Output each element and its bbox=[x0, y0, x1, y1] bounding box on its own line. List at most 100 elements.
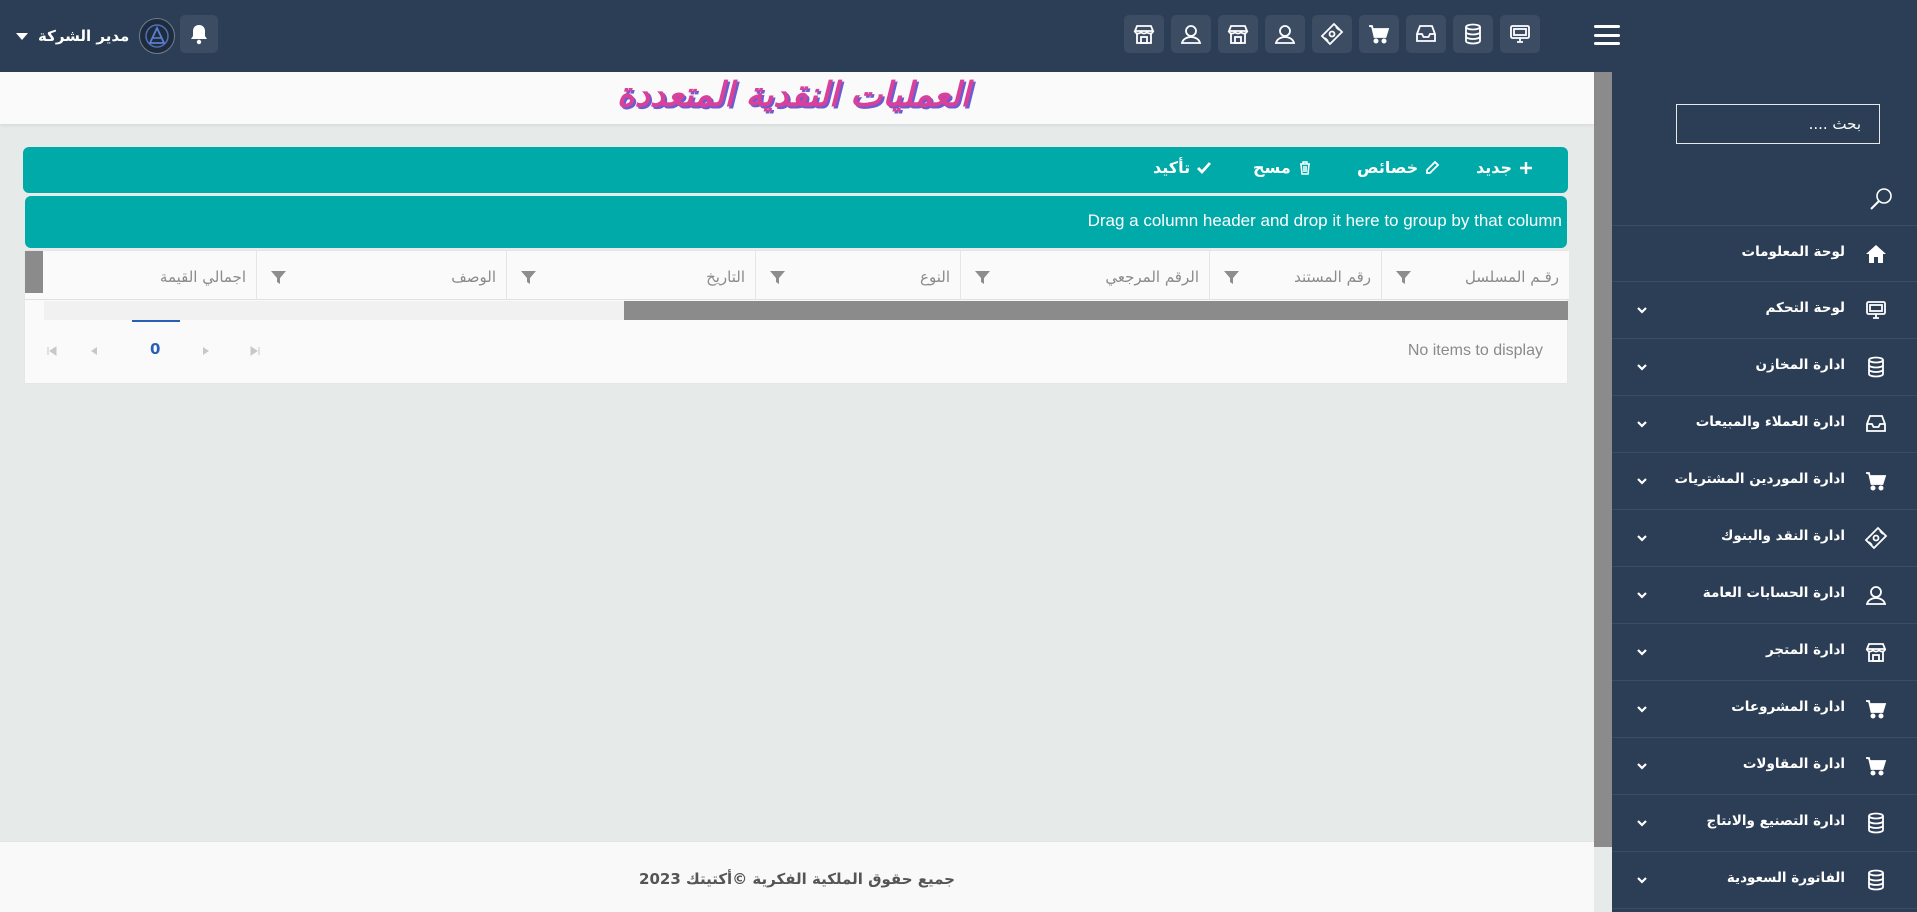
filter-icon[interactable] bbox=[271, 271, 286, 284]
filter-icon[interactable] bbox=[1396, 271, 1411, 284]
chevron-down-icon[interactable] bbox=[1636, 304, 1648, 316]
sidebar-item-control-panel[interactable]: لوحة التحكم bbox=[1612, 282, 1917, 339]
sidebar-item-label: ادارة المخازن bbox=[1755, 357, 1845, 373]
inbox-icon bbox=[1864, 412, 1888, 436]
sidebar-item-saudi-invoice[interactable]: الفاتورة السعودية bbox=[1612, 852, 1917, 909]
chevron-down-icon[interactable] bbox=[1636, 703, 1648, 715]
sidebar-item-general-accounts[interactable]: ادارة الحسابات العامة bbox=[1612, 567, 1917, 624]
trash-icon bbox=[1299, 160, 1310, 175]
user-name[interactable]: مدير الشركة bbox=[38, 27, 129, 45]
horizontal-scrollbar-thumb[interactable] bbox=[624, 301, 1568, 320]
caret-down-icon[interactable] bbox=[16, 32, 28, 40]
next-page-icon[interactable] bbox=[201, 346, 211, 356]
monitor-icon bbox=[1864, 298, 1888, 322]
sidebar-item-label: لوحة المعلومات bbox=[1741, 244, 1846, 260]
avatar[interactable] bbox=[139, 18, 176, 54]
sidebar-item-contracting[interactable]: ادارة المقاولات bbox=[1612, 738, 1917, 795]
properties-button[interactable]: خصائص bbox=[1357, 158, 1440, 177]
footer: جميع حقوق الملكية الفكرية ©أكتيتك 2023 bbox=[0, 841, 1594, 912]
grid-resize-handle[interactable] bbox=[25, 251, 43, 293]
current-page-indicator bbox=[132, 320, 180, 322]
sidebar: لوحة المعلومات لوحة التحكم ادارة المخازن… bbox=[1612, 72, 1917, 912]
sidebar-item-label: ادارة المشروعات bbox=[1731, 699, 1845, 715]
pencil-icon bbox=[1426, 160, 1440, 174]
sidebar-item-label: ادارة المتجر bbox=[1765, 642, 1845, 658]
cart-icon bbox=[1864, 754, 1888, 778]
store-icon[interactable] bbox=[1124, 15, 1164, 53]
sidebar-item-label: ادارة الموردين المشتريات bbox=[1674, 471, 1845, 487]
notifications-button[interactable] bbox=[180, 15, 218, 53]
cart-icon[interactable] bbox=[1359, 15, 1399, 53]
sidebar-item-cash-banks[interactable]: ادارة النقد والبنوك bbox=[1612, 510, 1917, 567]
top-navbar: مدير الشركة bbox=[0, 0, 1917, 72]
monitor-icon[interactable] bbox=[1500, 15, 1540, 53]
column-header-description[interactable]: الوصف bbox=[256, 251, 506, 300]
hamburger-menu-icon[interactable] bbox=[1592, 22, 1622, 48]
sidebar-search-input[interactable] bbox=[1676, 104, 1880, 144]
confirm-button[interactable]: تأكيد bbox=[1153, 158, 1212, 177]
chevron-down-icon[interactable] bbox=[1636, 532, 1648, 544]
sidebar-item-dashboard[interactable]: لوحة المعلومات bbox=[1612, 225, 1917, 282]
new-button[interactable]: جديد bbox=[1476, 158, 1534, 177]
column-header-reference-number[interactable]: الرقم المرجعي bbox=[960, 251, 1209, 300]
sidebar-item-label: لوحة التحكم bbox=[1765, 300, 1845, 316]
user-icon[interactable] bbox=[1265, 15, 1305, 53]
properties-button-label: خصائص bbox=[1357, 158, 1419, 177]
user-icon[interactable] bbox=[1171, 15, 1211, 53]
home-icon bbox=[1864, 242, 1888, 266]
first-page-icon[interactable] bbox=[47, 346, 57, 356]
copyright-text: جميع حقوق الملكية الفكرية ©أكتيتك 2023 bbox=[639, 870, 955, 888]
database-icon bbox=[1864, 868, 1888, 892]
vertical-scrollbar[interactable] bbox=[1594, 72, 1612, 847]
grid-pager: 0 No items to display bbox=[25, 320, 1567, 384]
inbox-icon[interactable] bbox=[1406, 15, 1446, 53]
database-icon bbox=[1864, 811, 1888, 835]
plus-icon bbox=[1520, 161, 1533, 174]
column-header-serial[interactable]: رقـم المسلسل bbox=[1381, 251, 1569, 300]
sidebar-item-label: ادارة المقاولات bbox=[1742, 756, 1845, 772]
chevron-down-icon[interactable] bbox=[1636, 760, 1648, 772]
chevron-down-icon[interactable] bbox=[1636, 361, 1648, 373]
column-header-type[interactable]: النوع bbox=[755, 251, 960, 300]
filter-icon[interactable] bbox=[1224, 271, 1239, 284]
horizontal-scroll-track[interactable] bbox=[44, 301, 624, 320]
sidebar-item-projects[interactable]: ادارة المشروعات bbox=[1612, 681, 1917, 738]
chevron-down-icon[interactable] bbox=[1636, 589, 1648, 601]
chevron-down-icon[interactable] bbox=[1636, 874, 1648, 886]
sidebar-item-customers-sales[interactable]: ادارة العملاء والمبيعات bbox=[1612, 396, 1917, 453]
column-header-total-value[interactable]: اجمالي القيمة bbox=[43, 251, 256, 300]
delete-button-label: مسح bbox=[1253, 158, 1291, 177]
filter-icon[interactable] bbox=[975, 271, 990, 284]
chevron-down-icon[interactable] bbox=[1636, 475, 1648, 487]
database-icon bbox=[1864, 355, 1888, 379]
column-header-date[interactable]: التاريخ bbox=[506, 251, 755, 300]
store-icon bbox=[1864, 640, 1888, 664]
user-menu[interactable]: مدير الشركة bbox=[16, 16, 176, 56]
filter-icon[interactable] bbox=[770, 271, 785, 284]
cart-icon bbox=[1864, 469, 1888, 493]
prev-page-icon[interactable] bbox=[89, 346, 99, 356]
sidebar-item-label: ادارة الحسابات العامة bbox=[1702, 585, 1845, 601]
current-page-number[interactable]: 0 bbox=[150, 340, 160, 358]
money-icon bbox=[1864, 526, 1888, 550]
sidebar-item-label: ادارة النقد والبنوك bbox=[1721, 528, 1845, 544]
chevron-down-icon[interactable] bbox=[1636, 418, 1648, 430]
store-icon[interactable] bbox=[1218, 15, 1258, 53]
sidebar-item-suppliers-purchases[interactable]: ادارة الموردين المشتريات bbox=[1612, 453, 1917, 510]
filter-icon[interactable] bbox=[521, 271, 536, 284]
page-title: العمليات النقدية المتعددة bbox=[616, 75, 970, 115]
column-header-document-number[interactable]: رقم المستند bbox=[1209, 251, 1381, 300]
search-icon[interactable] bbox=[1868, 186, 1894, 212]
sidebar-item-warehouses[interactable]: ادارة المخازن bbox=[1612, 339, 1917, 396]
chevron-down-icon[interactable] bbox=[1636, 646, 1648, 658]
sidebar-item-store[interactable]: ادارة المتجر bbox=[1612, 624, 1917, 681]
money-icon[interactable] bbox=[1312, 15, 1352, 53]
sidebar-item-manufacturing[interactable]: ادارة التصنيع والانتاج bbox=[1612, 795, 1917, 852]
user-icon bbox=[1864, 583, 1888, 607]
last-page-icon[interactable] bbox=[250, 346, 260, 356]
chevron-down-icon[interactable] bbox=[1636, 817, 1648, 829]
database-icon[interactable] bbox=[1453, 15, 1493, 53]
data-grid: رقـم المسلسل رقم المستند الرقم المرجعي ا… bbox=[24, 250, 1569, 384]
delete-button[interactable]: مسح bbox=[1253, 158, 1313, 177]
group-by-panel[interactable]: Drag a column header and drop it here to… bbox=[25, 196, 1567, 248]
